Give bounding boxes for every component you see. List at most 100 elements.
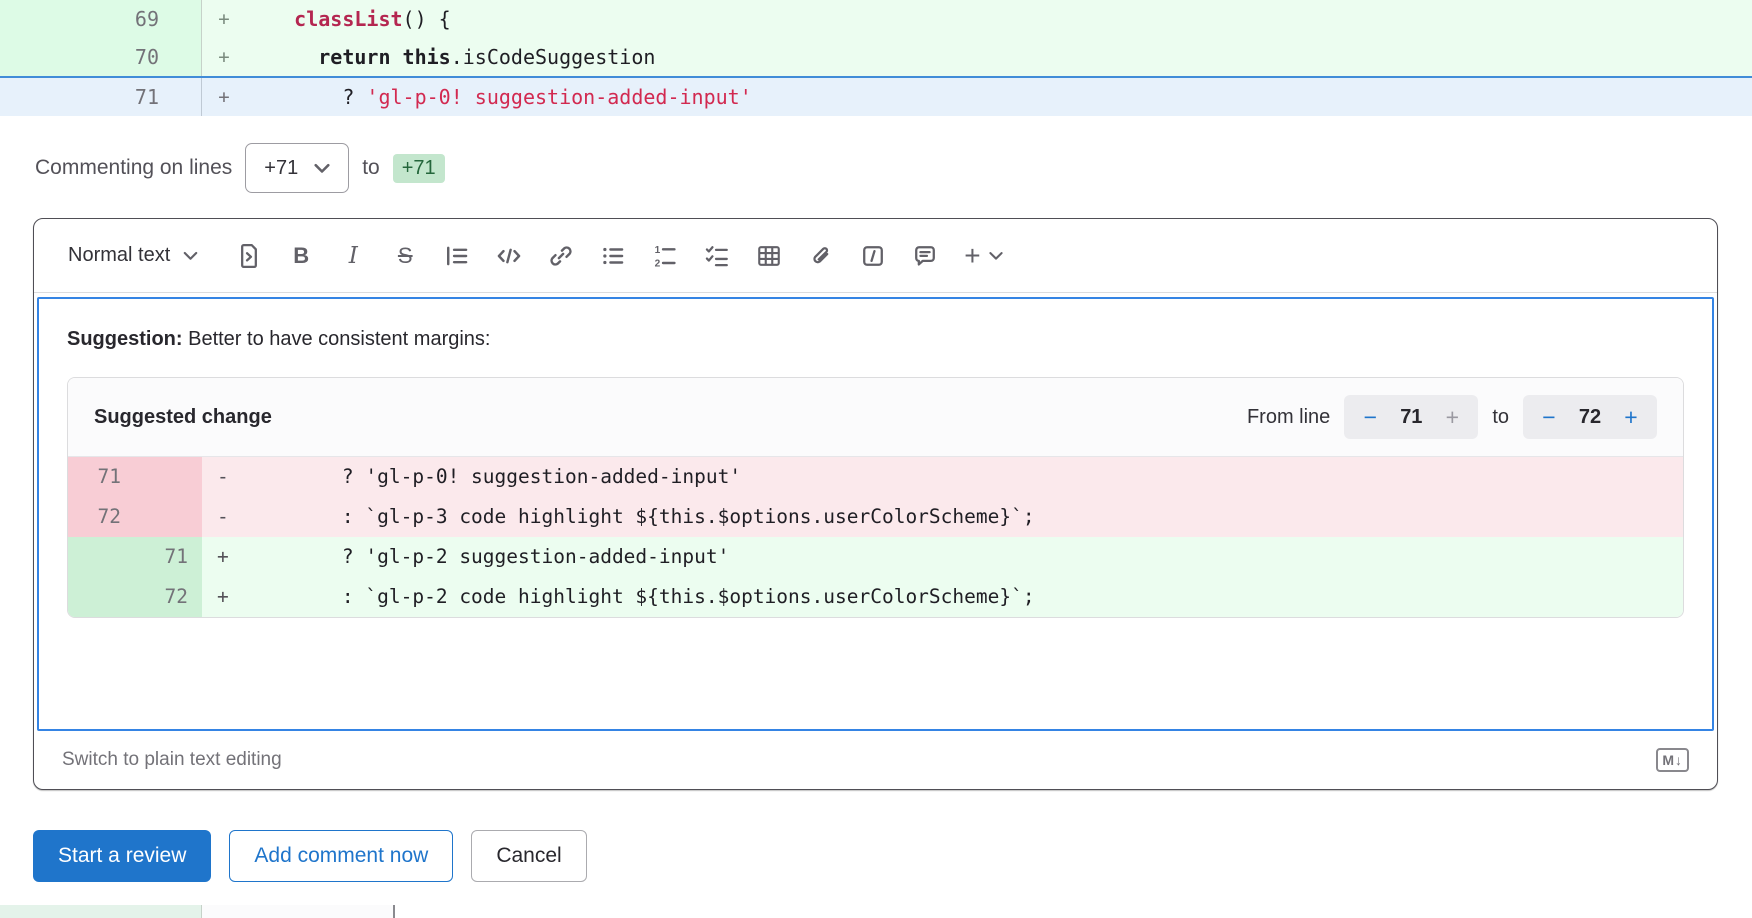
italic-icon: I — [349, 243, 358, 269]
code-token-keyword: return this — [318, 45, 450, 69]
diff-add-sign: + — [202, 577, 248, 617]
insert-suggestion-icon — [236, 243, 262, 269]
italic-button[interactable]: I — [330, 235, 376, 277]
code-token: .isCodeSuggestion — [451, 45, 656, 69]
line-number-gutter — [0, 905, 202, 918]
old-line-number — [68, 537, 135, 577]
switch-to-plain-text-button[interactable]: Switch to plain text editing — [62, 749, 282, 771]
code-line: ? 'gl-p-0! suggestion-added-input' — [248, 457, 1683, 497]
next-diff-row-partial — [0, 905, 1752, 918]
added-line-row: 71 + ? 'gl-p-2 suggestion-added-input' — [68, 537, 1683, 577]
table-icon — [756, 243, 782, 269]
code-line: ? 'gl-p-2 suggestion-added-input' — [248, 537, 1683, 577]
comment-button[interactable] — [902, 235, 948, 277]
suggested-change-title: Suggested change — [94, 406, 272, 429]
start-review-button[interactable]: Start a review — [33, 830, 211, 882]
decrement-to-line-button[interactable]: − — [1529, 395, 1569, 439]
new-line-number: 71 — [135, 537, 202, 577]
add-comment-now-button[interactable]: Add comment now — [229, 830, 453, 882]
old-line-number: 71 — [68, 457, 135, 497]
markdown-icon: M↓ — [1656, 748, 1689, 772]
bold-button[interactable]: B — [278, 235, 324, 277]
paperclip-icon — [808, 243, 834, 269]
comment-icon — [912, 243, 938, 269]
quote-button[interactable] — [434, 235, 480, 277]
more-options-button[interactable]: + — [964, 242, 1002, 270]
increment-from-line-button[interactable]: + — [1432, 395, 1472, 439]
strikethrough-button[interactable]: S — [382, 235, 428, 277]
numbered-list-icon: 12 — [652, 243, 678, 269]
suggestion-label: Suggestion: — [67, 328, 183, 350]
suggested-change-card: Suggested change From line − 71 + to − 7… — [67, 377, 1684, 618]
code-line: classList() { — [246, 0, 1752, 38]
from-line-label: From line — [1247, 406, 1330, 429]
to-line-stepper: − 72 + — [1523, 395, 1657, 439]
comment-editor: Normal text B I S 12 — [33, 218, 1718, 790]
text-style-value: Normal text — [68, 244, 170, 267]
decrement-from-line-button[interactable]: − — [1350, 395, 1390, 439]
task-list-button[interactable] — [694, 235, 740, 277]
link-button[interactable] — [538, 235, 584, 277]
old-line-number: 72 — [68, 497, 135, 537]
link-icon — [548, 243, 574, 269]
new-line-number — [135, 457, 202, 497]
line-number-gutter — [202, 905, 395, 918]
bullet-list-button[interactable] — [590, 235, 636, 277]
code-token: ? — [342, 85, 366, 109]
code-token — [246, 45, 318, 69]
code-icon — [495, 243, 523, 269]
line-range-controls: From line − 71 + to − 72 + — [1247, 395, 1657, 439]
details-block-icon — [860, 243, 886, 269]
line-number-71[interactable]: 71 — [0, 78, 202, 116]
editor-footer: Switch to plain text editing M↓ — [34, 731, 1717, 789]
commenting-label: Commenting on lines — [35, 156, 232, 180]
commenting-on-lines-row: Commenting on lines +71 to +71 — [35, 142, 1752, 194]
suggestion-body: Better to have consistent margins: — [183, 328, 491, 350]
from-line-stepper: − 71 + — [1344, 395, 1478, 439]
code-line: : `gl-p-2 code highlight ${this.$options… — [248, 577, 1683, 617]
code-token: () { — [403, 7, 451, 31]
diff-remove-sign: - — [202, 457, 248, 497]
code-token-string: 'gl-p-0! suggestion-added-input' — [366, 85, 751, 109]
strikethrough-icon: S — [398, 243, 413, 269]
diff-line-71-selected: 71 + ? 'gl-p-0! suggestion-added-input' — [0, 76, 1752, 116]
comment-actions: Start a review Add comment now Cancel — [33, 830, 587, 882]
attach-file-button[interactable] — [798, 235, 844, 277]
quote-icon — [444, 243, 470, 269]
cancel-button[interactable]: Cancel — [471, 830, 586, 882]
diff-remove-sign: - — [202, 497, 248, 537]
code-area — [395, 905, 1752, 918]
svg-text:1: 1 — [655, 244, 661, 255]
code-line: ? 'gl-p-0! suggestion-added-input' — [246, 78, 1752, 116]
diff-add-sign: + — [202, 537, 248, 577]
start-line-value: +71 — [264, 157, 298, 180]
increment-to-line-button[interactable]: + — [1611, 395, 1651, 439]
code-line: return this.isCodeSuggestion — [246, 38, 1752, 76]
code-token — [246, 85, 342, 109]
removed-line-row: 71 - ? 'gl-p-0! suggestion-added-input' — [68, 457, 1683, 497]
start-line-dropdown[interactable]: +71 — [245, 143, 349, 193]
text-style-dropdown[interactable]: Normal text — [62, 238, 206, 273]
numbered-list-button[interactable]: 12 — [642, 235, 688, 277]
diff-add-sign: + — [202, 0, 246, 38]
end-line-badge: +71 — [393, 154, 445, 183]
insert-suggestion-button[interactable] — [226, 235, 272, 277]
range-to-label: to — [1492, 406, 1509, 429]
diff-add-sign: + — [202, 38, 246, 76]
line-number-69[interactable]: 69 — [0, 0, 202, 38]
code-line: : `gl-p-3 code highlight ${this.$options… — [248, 497, 1683, 537]
line-number-70[interactable]: 70 — [0, 38, 202, 76]
task-list-icon — [704, 243, 730, 269]
code-token — [246, 7, 294, 31]
new-line-number: 72 — [135, 577, 202, 617]
table-button[interactable] — [746, 235, 792, 277]
details-block-button[interactable] — [850, 235, 896, 277]
editor-content-area[interactable]: Suggestion: Better to have consistent ma… — [37, 297, 1714, 731]
suggestion-paragraph: Suggestion: Better to have consistent ma… — [67, 325, 1684, 353]
from-line-value: 71 — [1390, 406, 1432, 429]
chevron-down-icon — [183, 251, 198, 261]
chevron-down-icon — [314, 163, 330, 174]
code-button[interactable] — [486, 235, 532, 277]
plus-icon: + — [964, 242, 980, 270]
to-label: to — [362, 156, 380, 180]
